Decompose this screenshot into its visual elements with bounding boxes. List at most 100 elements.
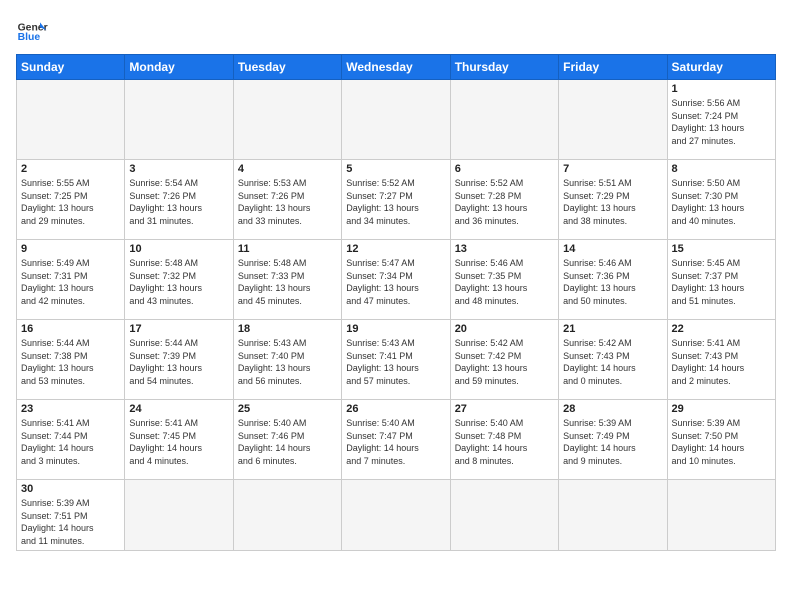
weekday-row: SundayMondayTuesdayWednesdayThursdayFrid…: [17, 55, 776, 80]
calendar-cell: 12Sunrise: 5:47 AM Sunset: 7:34 PM Dayli…: [342, 240, 450, 320]
calendar-cell: 30 Sunrise: 5:39 AM Sunset: 7:51 PM Dayli…: [17, 480, 125, 551]
day-info: Sunrise: 5:47 AM Sunset: 7:34 PM Dayligh…: [346, 257, 445, 307]
day-info: Sunrise: 5:48 AM Sunset: 7:32 PM Dayligh…: [129, 257, 228, 307]
day-number: 14: [563, 243, 662, 255]
day-info: Sunrise: 5:42 AM Sunset: 7:42 PM Dayligh…: [455, 337, 554, 387]
day-number: 3: [129, 163, 228, 175]
calendar-cell: 26Sunrise: 5:40 AM Sunset: 7:47 PM Dayli…: [342, 400, 450, 480]
day-number: 17: [129, 323, 228, 335]
day-number: 26: [346, 403, 445, 415]
calendar-cell: 23 Sunrise: 5:41 AM Sunset: 7:44 PM Dayli…: [17, 400, 125, 480]
weekday-header-thursday: Thursday: [450, 55, 558, 80]
calendar-cell: 20 Sunrise: 5:42 AM Sunset: 7:42 PM Dayli…: [450, 320, 558, 400]
calendar-cell: 4Sunrise: 5:53 AM Sunset: 7:26 PM Daylig…: [233, 160, 341, 240]
day-number: 27: [455, 403, 554, 415]
day-info: Sunrise: 5:42 AM Sunset: 7:43 PM Dayligh…: [563, 337, 662, 387]
day-info: Sunrise: 5:39 AM Sunset: 7:51 PM Dayligh…: [21, 497, 120, 547]
day-number: 28: [563, 403, 662, 415]
day-info: Sunrise: 5:54 AM Sunset: 7:26 PM Dayligh…: [129, 177, 228, 227]
calendar-cell: 18 Sunrise: 5:43 AM Sunset: 7:40 PM Dayli…: [233, 320, 341, 400]
calendar-cell: [125, 80, 233, 160]
calendar-cell: 24Sunrise: 5:41 AM Sunset: 7:45 PM Dayli…: [125, 400, 233, 480]
day-info: Sunrise: 5:45 AM Sunset: 7:37 PM Dayligh…: [672, 257, 771, 307]
calendar-cell: 29 Sunrise: 5:39 AM Sunset: 7:50 PM Dayli…: [667, 400, 775, 480]
day-info: Sunrise: 5:46 AM Sunset: 7:35 PM Dayligh…: [455, 257, 554, 307]
calendar-cell: 19Sunrise: 5:43 AM Sunset: 7:41 PM Dayli…: [342, 320, 450, 400]
calendar-cell: 15 Sunrise: 5:45 AM Sunset: 7:37 PM Dayli…: [667, 240, 775, 320]
calendar-cell: 16Sunrise: 5:44 AM Sunset: 7:38 PM Dayli…: [17, 320, 125, 400]
weekday-header-saturday: Saturday: [667, 55, 775, 80]
day-number: 7: [563, 163, 662, 175]
calendar-header: SundayMondayTuesdayWednesdayThursdayFrid…: [17, 55, 776, 80]
day-number: 21: [563, 323, 662, 335]
day-number: 25: [238, 403, 337, 415]
calendar-body: 1 Sunrise: 5:56 AM Sunset: 7:24 PM Daylig…: [17, 80, 776, 551]
calendar-cell: 5 Sunrise: 5:52 AM Sunset: 7:27 PM Daylig…: [342, 160, 450, 240]
calendar-cell: [233, 480, 341, 551]
day-number: 5: [346, 163, 445, 175]
calendar-cell: [559, 80, 667, 160]
calendar-table: SundayMondayTuesdayWednesdayThursdayFrid…: [16, 54, 776, 551]
day-number: 30: [21, 483, 120, 495]
day-number: 23: [21, 403, 120, 415]
day-info: Sunrise: 5:41 AM Sunset: 7:43 PM Dayligh…: [672, 337, 771, 387]
day-info: Sunrise: 5:52 AM Sunset: 7:27 PM Dayligh…: [346, 177, 445, 227]
day-number: 15: [672, 243, 771, 255]
day-info: Sunrise: 5:46 AM Sunset: 7:36 PM Dayligh…: [563, 257, 662, 307]
day-info: Sunrise: 5:51 AM Sunset: 7:29 PM Dayligh…: [563, 177, 662, 227]
calendar-cell: 14 Sunrise: 5:46 AM Sunset: 7:36 PM Dayli…: [559, 240, 667, 320]
calendar-cell: [450, 80, 558, 160]
calendar-week-4: 16Sunrise: 5:44 AM Sunset: 7:38 PM Dayli…: [17, 320, 776, 400]
calendar-week-5: 23 Sunrise: 5:41 AM Sunset: 7:44 PM Dayli…: [17, 400, 776, 480]
calendar-cell: 25 Sunrise: 5:40 AM Sunset: 7:46 PM Dayli…: [233, 400, 341, 480]
calendar-week-1: 1 Sunrise: 5:56 AM Sunset: 7:24 PM Daylig…: [17, 80, 776, 160]
day-number: 29: [672, 403, 771, 415]
day-info: Sunrise: 5:48 AM Sunset: 7:33 PM Dayligh…: [238, 257, 337, 307]
day-info: Sunrise: 5:56 AM Sunset: 7:24 PM Dayligh…: [672, 97, 771, 147]
calendar-cell: 6 Sunrise: 5:52 AM Sunset: 7:28 PM Daylig…: [450, 160, 558, 240]
calendar-cell: 21 Sunrise: 5:42 AM Sunset: 7:43 PM Dayli…: [559, 320, 667, 400]
day-number: 18: [238, 323, 337, 335]
day-info: Sunrise: 5:52 AM Sunset: 7:28 PM Dayligh…: [455, 177, 554, 227]
calendar-cell: 13 Sunrise: 5:46 AM Sunset: 7:35 PM Dayli…: [450, 240, 558, 320]
calendar-cell: 1 Sunrise: 5:56 AM Sunset: 7:24 PM Daylig…: [667, 80, 775, 160]
day-number: 1: [672, 83, 771, 95]
day-info: Sunrise: 5:43 AM Sunset: 7:40 PM Dayligh…: [238, 337, 337, 387]
day-info: Sunrise: 5:49 AM Sunset: 7:31 PM Dayligh…: [21, 257, 120, 307]
day-number: 8: [672, 163, 771, 175]
calendar-cell: [667, 480, 775, 551]
weekday-header-monday: Monday: [125, 55, 233, 80]
calendar-cell: 28 Sunrise: 5:39 AM Sunset: 7:49 PM Dayli…: [559, 400, 667, 480]
calendar-cell: 17 Sunrise: 5:44 AM Sunset: 7:39 PM Dayli…: [125, 320, 233, 400]
page-header: General Blue: [16, 16, 776, 48]
calendar-week-3: 9 Sunrise: 5:49 AM Sunset: 7:31 PM Daylig…: [17, 240, 776, 320]
day-info: Sunrise: 5:50 AM Sunset: 7:30 PM Dayligh…: [672, 177, 771, 227]
day-info: Sunrise: 5:40 AM Sunset: 7:48 PM Dayligh…: [455, 417, 554, 467]
calendar-cell: 3 Sunrise: 5:54 AM Sunset: 7:26 PM Daylig…: [125, 160, 233, 240]
day-info: Sunrise: 5:39 AM Sunset: 7:50 PM Dayligh…: [672, 417, 771, 467]
calendar-cell: [342, 480, 450, 551]
svg-text:Blue: Blue: [18, 32, 41, 43]
day-number: 10: [129, 243, 228, 255]
calendar-week-6: 30 Sunrise: 5:39 AM Sunset: 7:51 PM Dayli…: [17, 480, 776, 551]
day-number: 13: [455, 243, 554, 255]
day-info: Sunrise: 5:41 AM Sunset: 7:44 PM Dayligh…: [21, 417, 120, 467]
weekday-header-tuesday: Tuesday: [233, 55, 341, 80]
calendar-cell: 10 Sunrise: 5:48 AM Sunset: 7:32 PM Dayli…: [125, 240, 233, 320]
calendar-cell: [233, 80, 341, 160]
day-info: Sunrise: 5:40 AM Sunset: 7:46 PM Dayligh…: [238, 417, 337, 467]
calendar-cell: 8 Sunrise: 5:50 AM Sunset: 7:30 PM Daylig…: [667, 160, 775, 240]
calendar-cell: 2Sunrise: 5:55 AM Sunset: 7:25 PM Daylig…: [17, 160, 125, 240]
day-number: 2: [21, 163, 120, 175]
day-number: 6: [455, 163, 554, 175]
day-info: Sunrise: 5:39 AM Sunset: 7:49 PM Dayligh…: [563, 417, 662, 467]
day-number: 9: [21, 243, 120, 255]
day-number: 20: [455, 323, 554, 335]
day-number: 19: [346, 323, 445, 335]
day-info: Sunrise: 5:44 AM Sunset: 7:39 PM Dayligh…: [129, 337, 228, 387]
calendar-cell: [559, 480, 667, 551]
weekday-header-wednesday: Wednesday: [342, 55, 450, 80]
day-number: 11: [238, 243, 337, 255]
calendar-cell: 9 Sunrise: 5:49 AM Sunset: 7:31 PM Daylig…: [17, 240, 125, 320]
calendar-week-2: 2Sunrise: 5:55 AM Sunset: 7:25 PM Daylig…: [17, 160, 776, 240]
